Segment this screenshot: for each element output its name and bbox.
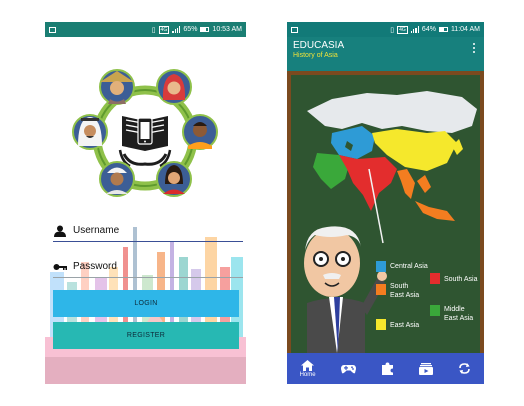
- key-icon: [53, 263, 67, 270]
- video-icon: [419, 362, 434, 375]
- notification-icon: [291, 26, 298, 33]
- register-button[interactable]: REGISTER: [53, 322, 239, 349]
- username-field[interactable]: Username: [53, 220, 243, 242]
- status-bar: ▯ 4G 64% 11:04 AM: [287, 22, 484, 37]
- battery-percent: 64%: [421, 26, 436, 33]
- gamepad-icon: [340, 364, 356, 373]
- app-title: EDUCASIA: [293, 40, 345, 51]
- avatar-arab-man: [72, 114, 108, 150]
- status-time: 10:53 AM: [212, 26, 242, 33]
- legend-swatch-central-asia: [376, 261, 386, 272]
- book-phone-logo: [72, 69, 218, 197]
- avatar-turban-man: [99, 161, 135, 197]
- vibrate-icon: ▯: [390, 26, 395, 34]
- username-placeholder: Username: [73, 225, 120, 236]
- more-options-icon[interactable]: [473, 43, 476, 55]
- signal-icon: [410, 26, 419, 33]
- app-subtitle: History of Asia: [293, 52, 338, 59]
- legend-swatch-east-asia: [376, 319, 386, 330]
- legend-east-asia: East Asia: [390, 322, 420, 329]
- nav-puzzle[interactable]: [381, 362, 394, 375]
- avatar-woman-red: [156, 161, 192, 197]
- legend-swatch-middle-east-asia: [430, 305, 440, 316]
- history-screen: ▯ 4G 64% 11:04 AM EDUCASIA History of As…: [287, 22, 484, 384]
- legend-swatch-south-asia: [430, 273, 440, 284]
- avatar-hat-man: [99, 69, 135, 105]
- refresh-icon: [459, 363, 471, 374]
- user-icon: [54, 225, 66, 237]
- puzzle-icon: [381, 362, 393, 375]
- password-placeholder: Password: [73, 261, 117, 272]
- avatar-hijab-woman: [156, 69, 192, 105]
- home-icon: [301, 359, 315, 371]
- signal-icon: [172, 26, 181, 33]
- legend-south-east-asia: South East Asia: [390, 283, 420, 299]
- nav-home[interactable]: Home: [299, 359, 316, 378]
- battery-icon: [200, 27, 210, 32]
- legend-south-asia: South Asia: [444, 276, 478, 283]
- app-bar: EDUCASIA History of Asia: [287, 37, 484, 71]
- avatar-man-right: [182, 114, 218, 150]
- battery-icon: [438, 27, 448, 32]
- notification-icon: [49, 26, 56, 33]
- nav-video[interactable]: [419, 362, 434, 375]
- network-type: 4G: [397, 25, 408, 34]
- status-bar: ▯ 4G 65% 10:53 AM: [45, 22, 246, 37]
- login-button[interactable]: LOGIN: [53, 290, 239, 317]
- bottom-navigation: Home: [287, 353, 484, 384]
- open-book-icon: [118, 116, 172, 168]
- legend-central-asia: Central Asia: [390, 263, 428, 270]
- password-field[interactable]: Password: [53, 256, 243, 278]
- login-screen: ▯ 4G 65% 10:53 AM Username Password LOGI…: [45, 22, 246, 384]
- battery-percent: 65%: [183, 26, 198, 33]
- nav-home-label: Home: [299, 371, 316, 378]
- legend-swatch-south-east-asia: [376, 284, 386, 295]
- vibrate-icon: ▯: [151, 26, 156, 34]
- nav-games[interactable]: [340, 364, 356, 374]
- legend-middle-east-asia: Middle East Asia: [444, 306, 474, 322]
- network-type: 4G: [158, 25, 170, 34]
- nav-refresh[interactable]: [458, 362, 471, 375]
- status-time: 11:04 AM: [450, 26, 480, 33]
